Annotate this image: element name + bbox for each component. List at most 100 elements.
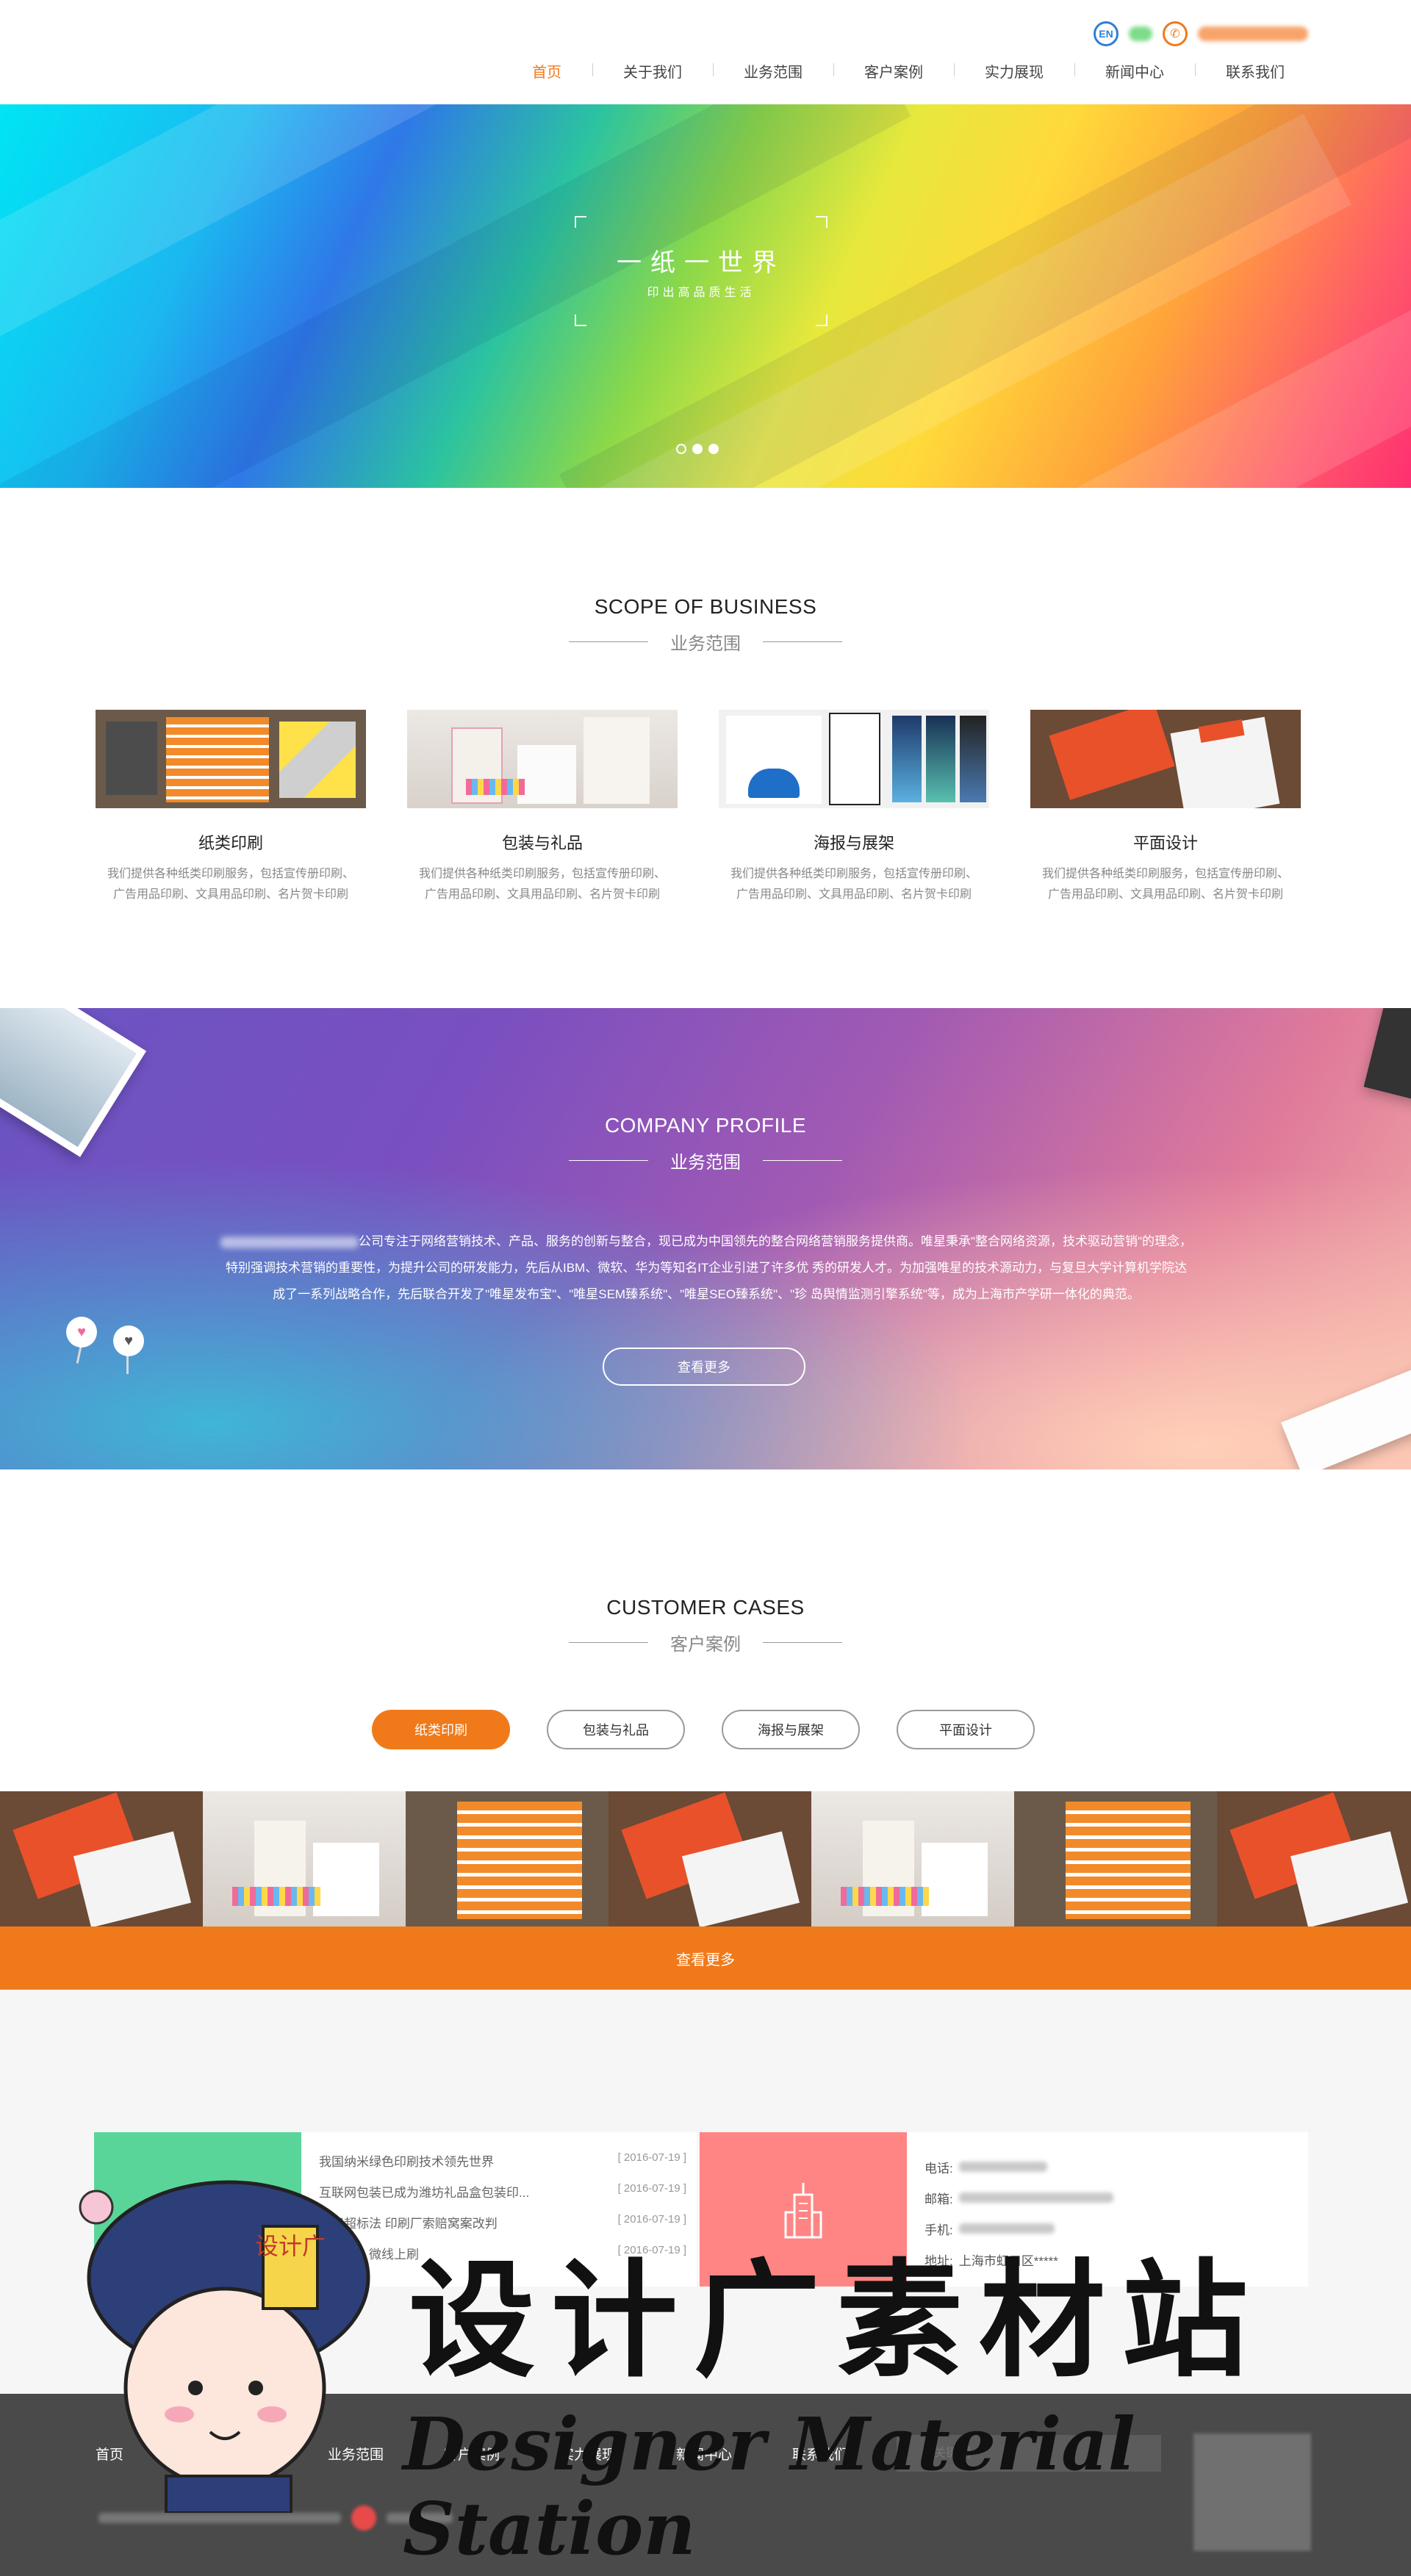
carousel-dots — [676, 444, 719, 454]
cases-more-button[interactable]: 查看更多 — [0, 1926, 1411, 1990]
footer-search-input[interactable] — [897, 2435, 1161, 2472]
cases-gallery — [0, 1791, 1411, 1926]
carousel-dot-3[interactable] — [708, 444, 719, 454]
carousel-dot-1[interactable] — [676, 444, 686, 454]
site-header: EN ✆ 首页 关于我们 业务范围 客户案例 实力展现 新闻中心 联系我们 — [0, 0, 1411, 104]
case-image-notebooks — [1066, 1802, 1191, 1919]
heart-pin-icon: ♥ — [113, 1325, 144, 1356]
tab-paper-printing[interactable]: 纸类印刷 — [372, 1710, 510, 1749]
frame-corner — [816, 314, 827, 326]
card-title: 纸类印刷 — [198, 834, 263, 852]
decor-dark-card — [1363, 1008, 1411, 1103]
card-desc: 我们提供各种纸类印刷服务，包括宣传册印刷、 广告用品印刷、文具用品印刷、名片贺卡印… — [730, 868, 977, 901]
case-image-gifts — [922, 1843, 988, 1916]
nav-cases[interactable]: 客户案例 — [833, 60, 954, 82]
news-item[interactable]: 我国纳米绿色印刷技术领先世界[ 2016-07-19 ] — [319, 2151, 686, 2182]
news-list: 我国纳米绿色印刷技术领先世界[ 2016-07-19 ] 互联网包装已成为潍坊礼… — [319, 2151, 686, 2275]
footer-link-contact[interactable]: 联系我们 — [792, 2444, 908, 2464]
scope-card-design[interactable]: 平面设计 我们提供各种纸类印刷服务，包括宣传册印刷、 广告用品印刷、文具用品印刷、… — [1030, 710, 1301, 905]
phone-number-blurred — [1198, 26, 1308, 41]
card-image-notebooks — [106, 722, 157, 795]
divider — [569, 1642, 648, 1643]
footer-link-cases[interactable]: 客户案例 — [444, 2444, 560, 2464]
card-title: 包装与礼品 — [501, 834, 583, 852]
phone-icon: ✆ — [1163, 21, 1188, 46]
tab-graphic-design[interactable]: 平面设计 — [897, 1710, 1035, 1749]
language-switch-en[interactable]: EN — [1094, 21, 1119, 46]
card-image-posters — [719, 710, 989, 808]
profile-more-button[interactable]: 查看更多 — [603, 1348, 805, 1386]
contact-phone: 电话: — [924, 2151, 1113, 2182]
nav-home[interactable]: 首页 — [501, 60, 592, 82]
cases-heading: CUSTOMER CASES 客户案例 — [0, 1596, 1411, 1655]
footer-link-about[interactable]: 关于我们 — [212, 2444, 328, 2464]
contact-address: 地址: 上海市虹口区***** — [924, 2253, 1058, 2268]
news-item[interactable]: 违用超标法 印刷厂索赔窝案改判[ 2016-07-19 ] — [319, 2213, 686, 2244]
profile-line: 特别强调技术营销的重要性，为提升公司的研发能力，先后从IBM、微软、华为等知名I… — [225, 1261, 1188, 1275]
footer-qr-code — [1193, 2433, 1311, 2551]
scope-subtitle-row: 业务范围 — [0, 629, 1411, 655]
card-image-gifts — [584, 717, 650, 804]
case-image-business-cards[interactable] — [1217, 1791, 1411, 1926]
footer-link-business[interactable]: 业务范围 — [328, 2444, 444, 2464]
hero-caption-frame: 一纸一世界 印出高品质生活 — [575, 216, 827, 326]
profile-title-zh: 业务范围 — [670, 1153, 741, 1173]
footer-link-strength[interactable]: 实力展现 — [560, 2444, 676, 2464]
card-image-notebooks — [166, 717, 269, 802]
contact-panel: 电话: 邮箱: 手机: 地址: 上海市虹口区***** — [700, 2132, 1308, 2287]
frame-corner — [816, 216, 827, 228]
wechat-blurred[interactable] — [1129, 26, 1152, 41]
hero-subtitle: 印出高品质生活 — [647, 287, 755, 299]
copyright-blurred — [98, 2513, 341, 2523]
news-thumbnail — [94, 2132, 301, 2287]
news-item[interactable]: 中开幕，微线上刷[ 2016-07-19 ] — [319, 2244, 686, 2275]
scope-card-paper[interactable]: 纸类印刷 我们提供各种纸类印刷服务，包括宣传册印刷、 广告用品印刷、文具用品印刷、… — [96, 710, 366, 905]
scope-card-packaging[interactable]: 包装与礼品 我们提供各种纸类印刷服务，包括宣传册印刷、 广告用品印刷、文具用品印刷… — [407, 710, 678, 905]
hero-banner[interactable]: 一纸一世界 印出高品质生活 — [0, 104, 1411, 488]
tab-packaging[interactable]: 包装与礼品 — [547, 1710, 685, 1749]
profile-subtitle-row: 业务范围 — [0, 1148, 1411, 1173]
nav-strength[interactable]: 实力展现 — [954, 60, 1074, 82]
decor-envelope — [1281, 1361, 1411, 1469]
nav-news[interactable]: 新闻中心 — [1074, 60, 1195, 82]
scope-heading: SCOPE OF BUSINESS 业务范围 — [0, 595, 1411, 655]
case-image-gifts[interactable] — [203, 1791, 406, 1926]
police-badge-icon — [351, 2505, 376, 2530]
case-image-notebooks[interactable] — [1014, 1791, 1217, 1926]
card-image-gifts — [517, 745, 576, 804]
email-value-blurred — [958, 2192, 1113, 2203]
tab-posters[interactable]: 海报与展架 — [722, 1710, 860, 1749]
profile-line: 成了一系列战略合作，先后联合开发了"唯星发布宝"、"唯星SEM臻系统"、"唯星S… — [273, 1287, 1140, 1301]
card-image-posters — [829, 713, 880, 805]
site-footer: 首页 关于我们 业务范围 客户案例 实力展现 新闻中心 联系我们 — [0, 2394, 1411, 2576]
icp-blurred — [387, 2513, 453, 2523]
profile-line: 公司专注于网络营销技术、产品、服务的创新与整合，现已成为中国领先的整合网络营销服… — [181, 1228, 1232, 1255]
contact-thumbnail — [700, 2132, 907, 2287]
scope-title-zh: 业务范围 — [670, 634, 741, 654]
case-image-business-cards[interactable] — [608, 1791, 811, 1926]
card-image-posters — [892, 716, 922, 802]
nav-contact[interactable]: 联系我们 — [1195, 60, 1315, 82]
profile-description: 公司专注于网络营销技术、产品、服务的创新与整合，现已成为中国领先的整合网络营销服… — [181, 1228, 1232, 1308]
profile-title-en: COMPANY PROFILE — [604, 1114, 807, 1137]
heart-pin-icon: ♥ — [66, 1317, 97, 1348]
header-tools: EN ✆ — [1094, 19, 1308, 48]
main-nav: 首页 关于我们 业务范围 客户案例 实力展现 新闻中心 联系我们 — [501, 60, 1315, 82]
footer-link-home[interactable]: 首页 — [96, 2444, 212, 2464]
card-image-gifts — [466, 779, 525, 795]
divider — [569, 641, 648, 642]
frame-corner — [575, 314, 586, 326]
contact-email: 邮箱: — [924, 2182, 1113, 2213]
scope-card-posters[interactable]: 海报与展架 我们提供各种纸类印刷服务，包括宣传册印刷、 广告用品印刷、文具用品印刷… — [719, 710, 989, 905]
footer-link-news[interactable]: 新闻中心 — [676, 2444, 792, 2464]
case-image-business-cards[interactable] — [0, 1791, 203, 1926]
card-image-business-cards — [1049, 710, 1175, 800]
case-image-gifts[interactable] — [811, 1791, 1014, 1926]
nav-about[interactable]: 关于我们 — [592, 60, 713, 82]
nav-business[interactable]: 业务范围 — [713, 60, 833, 82]
case-image-notebooks[interactable] — [406, 1791, 608, 1926]
carousel-dot-2[interactable] — [692, 444, 703, 454]
news-item[interactable]: 互联网包装已成为潍坊礼品盒包装印...[ 2016-07-19 ] — [319, 2182, 686, 2213]
scope-cards: 纸类印刷 我们提供各种纸类印刷服务，包括宣传册印刷、 广告用品印刷、文具用品印刷、… — [96, 710, 1301, 905]
divider — [763, 1642, 842, 1643]
